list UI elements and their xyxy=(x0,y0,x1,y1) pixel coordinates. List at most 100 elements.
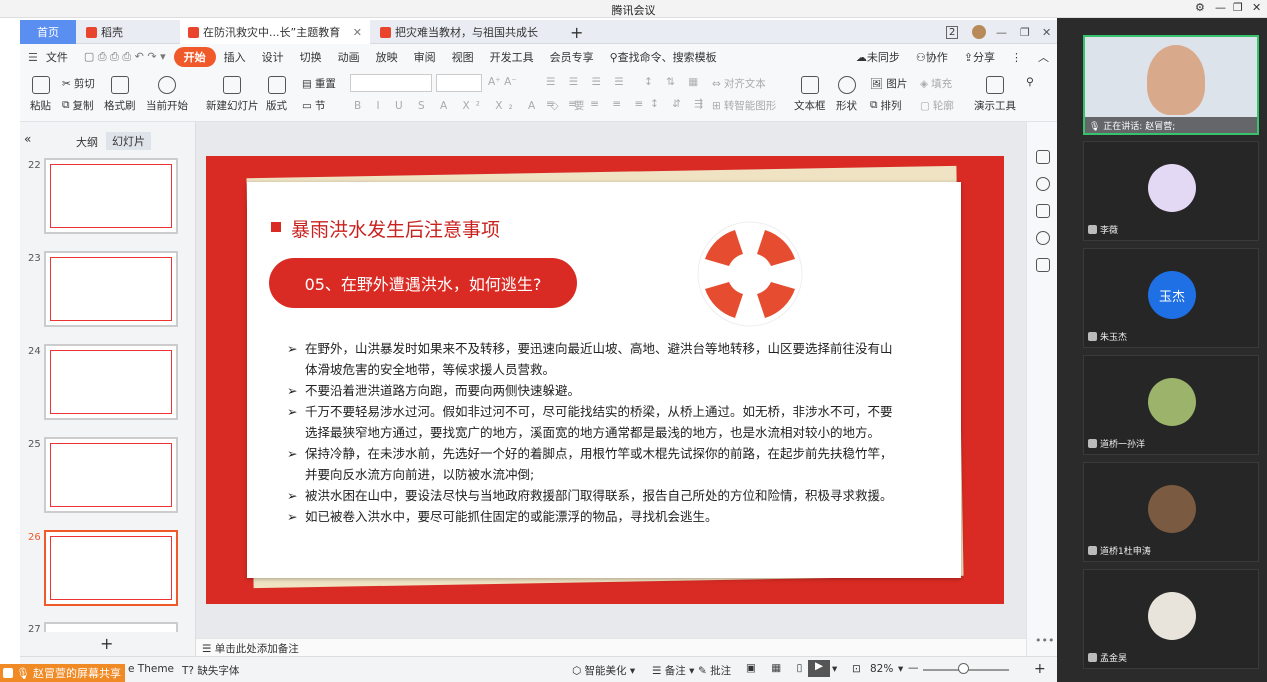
minimize-icon[interactable]: — xyxy=(1215,1,1226,14)
beautify-button[interactable]: ⬡ 智能美化 ▾ xyxy=(572,663,635,678)
tab-slides[interactable]: 幻灯片 xyxy=(106,132,151,150)
properties-icon[interactable] xyxy=(1036,150,1050,164)
zoom-out-button[interactable]: — xyxy=(908,662,919,674)
notes-toggle[interactable]: ☰ 备注 ▾ xyxy=(652,663,694,678)
reset-button[interactable]: ▤ 重置 xyxy=(302,76,336,91)
new-tab-button[interactable]: + xyxy=(562,20,591,44)
tab-outline[interactable]: 大纲 xyxy=(76,134,98,150)
hamburger-icon[interactable]: ☰ xyxy=(20,51,46,64)
menu-view[interactable]: 视图 xyxy=(444,49,482,65)
slide-thumbnail-27[interactable]: 27 xyxy=(28,622,178,635)
slide-thumbnail-26[interactable]: 26 xyxy=(28,530,178,606)
align-buttons[interactable]: ≡ ≡ ≡ ≡ ≡ xyxy=(546,98,648,110)
menu-dev-tools[interactable]: 开发工具 xyxy=(482,49,542,65)
menu-transition[interactable]: 切换 xyxy=(292,49,330,65)
screen-share-banner[interactable]: 🎙 赵冒萱的屏幕共享 xyxy=(0,664,125,682)
outline-button[interactable]: ▢ 轮廓 xyxy=(920,98,954,113)
participant-tile[interactable]: 李薇 xyxy=(1083,141,1259,241)
comment-button[interactable]: ✎ 批注 xyxy=(698,663,731,678)
speaker-video[interactable]: 🎙 正在讲话: 赵冒营; xyxy=(1083,35,1259,135)
tab-close-icon[interactable]: ✕ xyxy=(353,26,362,39)
smart-art-button[interactable]: ⊞ 转智能图形 xyxy=(712,98,776,113)
picture-label: 图片 xyxy=(886,78,908,90)
tab-document-1[interactable]: 在防汛救灾中...长”主题教育 ✕ xyxy=(180,20,370,44)
menu-start[interactable]: 开始 xyxy=(173,47,216,67)
tab-home[interactable]: 首页 xyxy=(20,20,76,44)
transition-icon[interactable] xyxy=(1036,204,1050,218)
textbox-button[interactable]: 文本框 xyxy=(794,76,826,113)
menu-file[interactable]: 文件 xyxy=(46,49,76,65)
paste-button[interactable]: 粘贴 xyxy=(30,76,51,113)
menu-review[interactable]: 审阅 xyxy=(406,49,444,65)
shape-button[interactable]: 形状 xyxy=(836,76,857,113)
missing-font-button[interactable]: T? 缺失字体 xyxy=(182,663,239,678)
find-icon[interactable]: ⚲ xyxy=(1026,76,1034,88)
menu-member[interactable]: 会员专享 xyxy=(542,49,602,65)
backup-icon[interactable] xyxy=(1036,258,1050,272)
list-buttons[interactable]: ☰ ☰ ☰ ☰ xyxy=(546,76,629,88)
quick-access-icons[interactable]: ▢ ⎙ ⎙ ⎙ ↶ ↷ ▾ xyxy=(76,50,174,64)
more-icon[interactable]: ⋮ xyxy=(1003,51,1030,64)
mic-icon xyxy=(1088,546,1097,555)
zoom-slider-thumb[interactable] xyxy=(958,663,969,674)
zoom-level[interactable]: 82% xyxy=(870,663,893,675)
pin-icon[interactable] xyxy=(1036,177,1050,191)
font-family-select[interactable] xyxy=(350,74,432,92)
tab-document-2[interactable]: 把灾难当教材，与祖国共成长 xyxy=(372,20,562,44)
add-slide-button[interactable]: + xyxy=(100,634,113,653)
section-button[interactable]: ▭ 节 xyxy=(302,98,325,113)
settings-icon[interactable]: ⚙ xyxy=(1195,1,1205,14)
font-size-adjust[interactable]: A⁺ A⁻ xyxy=(488,76,517,88)
font-size-select[interactable] xyxy=(436,74,482,92)
demo-tools-button[interactable]: 演示工具 xyxy=(974,76,1016,113)
menu-slideshow[interactable]: 放映 xyxy=(368,49,406,65)
share-button[interactable]: ⇪分享 xyxy=(956,49,1003,65)
slide-thumbnail-23[interactable]: 23 xyxy=(28,251,178,327)
align-text-button[interactable]: ⇔ 对齐文本 xyxy=(712,76,766,91)
collapse-pane-icon[interactable]: « xyxy=(24,132,31,146)
copy-button[interactable]: ⧉ 复制 xyxy=(62,98,94,113)
picture-button[interactable]: 🖼 图片 xyxy=(870,76,907,91)
menu-design[interactable]: 设计 xyxy=(254,49,292,65)
view-mode-buttons[interactable]: ▣ ▦ ▯ xyxy=(746,662,808,674)
search-command[interactable]: ⚲查找命令、搜索模板 xyxy=(602,49,725,65)
more-options-icon[interactable]: ••• xyxy=(1035,634,1054,647)
new-slide-button[interactable]: 新建幻灯片 xyxy=(206,76,259,113)
tab-count: 2 xyxy=(946,25,959,39)
slideshow-menu-icon[interactable]: ▾ xyxy=(832,663,837,675)
arrange-button[interactable]: ⧉ 排列 xyxy=(870,98,902,113)
section-banner: 05、在野外遭遇洪水，如何逃生? xyxy=(269,258,577,308)
participant-tile[interactable]: 玉杰 朱玉杰 xyxy=(1083,248,1259,348)
theme-name[interactable]: e Theme xyxy=(128,663,174,675)
menu-animation[interactable]: 动画 xyxy=(330,49,368,65)
fill-button[interactable]: ◈ 填充 xyxy=(920,76,952,91)
play-from-current-button[interactable]: 当前开始 xyxy=(146,76,188,113)
menu-insert[interactable]: 插入 xyxy=(216,49,254,65)
slide-thumbnail-24[interactable]: 24 xyxy=(28,344,178,420)
help-icon[interactable] xyxy=(1036,231,1050,245)
slide-thumbnail-22[interactable]: 22 xyxy=(28,158,178,234)
slideshow-play-button[interactable]: ▶ xyxy=(808,660,830,677)
direction-buttons[interactable]: ↕ ⇵ ⇶ xyxy=(650,98,708,110)
restore-icon[interactable]: ❐ xyxy=(1233,1,1243,14)
layout-button[interactable]: 版式 xyxy=(266,76,287,113)
format-painter-button[interactable]: 格式刷 xyxy=(104,76,136,113)
close-icon[interactable]: ✕ xyxy=(1252,1,1261,14)
tab-count-badge[interactable]: 2 xyxy=(938,20,966,44)
participant-tile[interactable]: 孟金昊 xyxy=(1083,569,1259,669)
app-close-icon[interactable]: ✕ xyxy=(1034,20,1059,44)
participant-tile[interactable]: 道桥1杜申涛 xyxy=(1083,462,1259,562)
collapse-ribbon-icon[interactable]: ︿ xyxy=(1030,49,1057,65)
fit-window-icon[interactable]: ⊡ xyxy=(852,663,861,675)
zoom-in-button[interactable]: + xyxy=(1034,661,1046,677)
participant-tile[interactable]: 道桥一孙洋 xyxy=(1083,355,1259,455)
cut-button[interactable]: ✂ 剪切 xyxy=(62,76,95,91)
zoom-menu-icon[interactable]: ▾ xyxy=(898,663,903,675)
app-minimize-icon[interactable]: — xyxy=(988,20,1015,44)
collab-button[interactable]: ⚇协作 xyxy=(908,49,956,65)
notes-bar[interactable]: ☰ 单击此处添加备注 xyxy=(196,638,1026,656)
tab-docer[interactable]: 稻壳 xyxy=(78,20,178,44)
slide-thumbnail-25[interactable]: 25 xyxy=(28,437,178,513)
spacing-buttons[interactable]: ↕ ⇅ ▦ xyxy=(644,76,703,88)
sync-status[interactable]: ☁未同步 xyxy=(848,49,908,65)
